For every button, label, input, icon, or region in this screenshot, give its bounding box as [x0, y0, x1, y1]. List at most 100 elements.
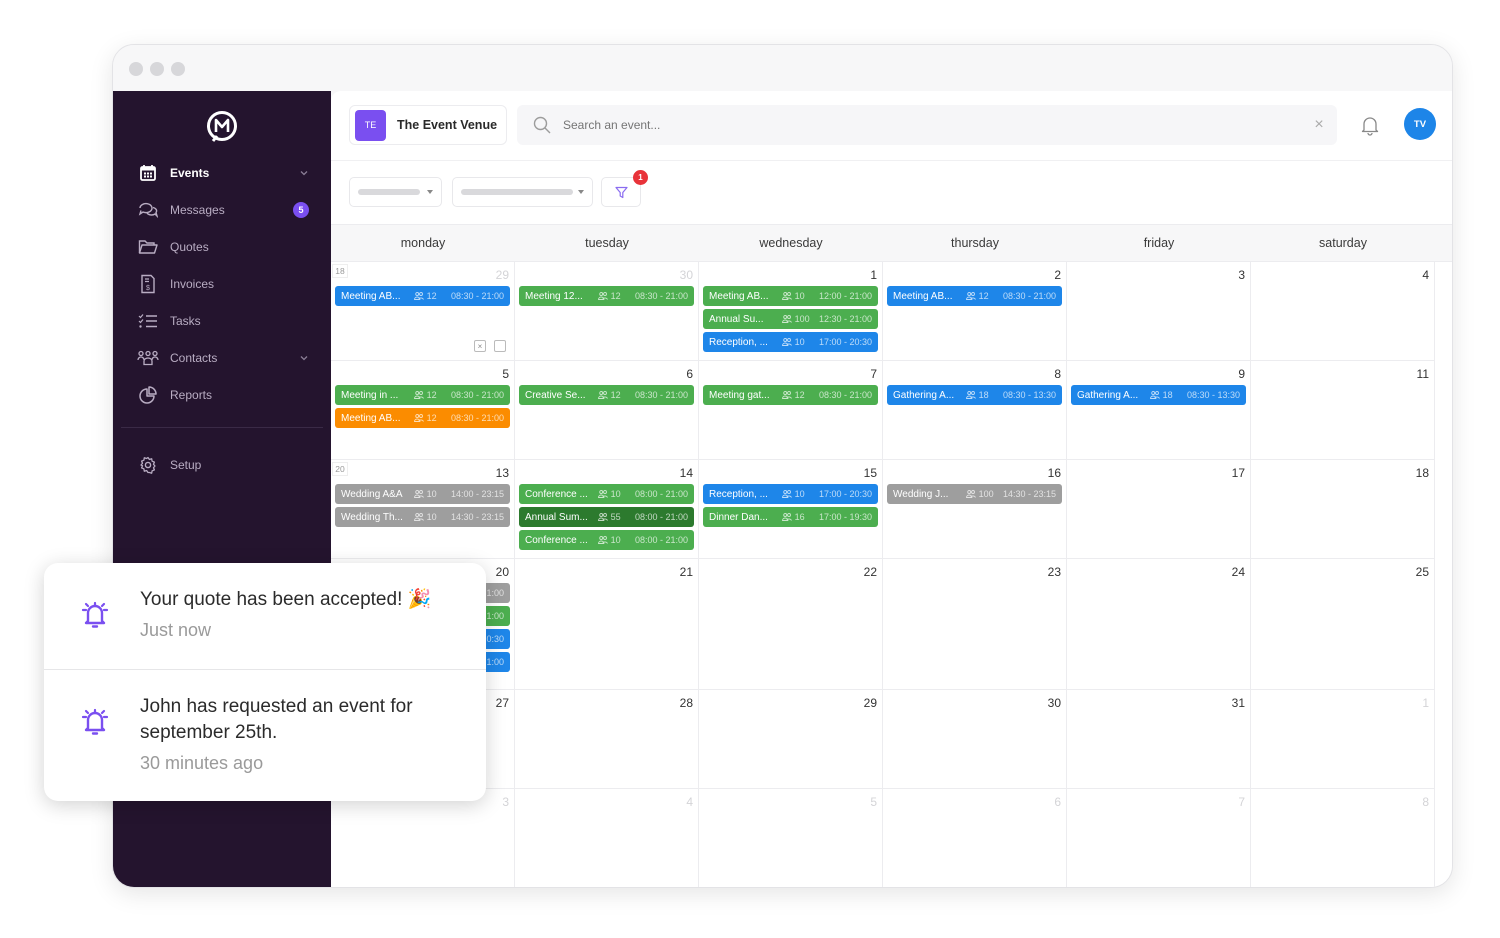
calendar-day-cell[interactable]: 21 — [515, 559, 699, 690]
calendar-day-cell[interactable]: 4 — [1251, 262, 1435, 361]
clear-search-icon[interactable]: × — [1311, 117, 1327, 133]
notification-item[interactable]: John has requested an event for septembe… — [44, 670, 486, 801]
event-chip[interactable]: Annual Sum... 55 08:00 - 21:00 — [519, 507, 694, 527]
calendar-day-cell[interactable]: 9 Gathering A... 18 08:30 - 13:30 — [1067, 361, 1251, 460]
day-number: 13 — [495, 466, 509, 480]
calendar-day-cell[interactable]: 24 — [1067, 559, 1251, 690]
select-value-placeholder — [461, 189, 573, 195]
sidebar-item-contacts[interactable]: Contacts — [137, 343, 309, 373]
calendar-day-cell[interactable]: 14 Conference ... 10 08:00 - 21:00 Annual Su… — [515, 460, 699, 559]
calendar-day-cell[interactable]: 8 — [1251, 789, 1435, 887]
venue-selector-button[interactable]: TE The Event Venue — [349, 105, 507, 145]
app-logo-icon[interactable] — [205, 109, 239, 143]
window-close-dot[interactable] — [129, 62, 143, 76]
event-chip[interactable]: Meeting gat... 12 08:30 - 21:00 — [703, 385, 878, 405]
day-number: 1 — [1422, 696, 1429, 710]
event-chip[interactable]: Dinner Dan... 16 17:00 - 19:30 — [703, 507, 878, 527]
people-icon — [781, 315, 792, 323]
user-avatar[interactable]: TV — [1404, 108, 1436, 140]
sidebar-item-tasks[interactable]: Tasks — [137, 306, 309, 336]
event-chip[interactable]: Meeting AB... 12 08:30 - 21:00 — [335, 286, 510, 306]
close-box-icon[interactable]: × — [474, 340, 486, 352]
event-chip[interactable]: Meeting 12... 12 08:30 - 21:00 — [519, 286, 694, 306]
event-attendees: 100 — [781, 314, 819, 324]
calendar-day-cell[interactable]: 22 — [699, 559, 883, 690]
calendar-day-cell[interactable]: 2 Meeting AB... 12 08:30 - 21:00 — [883, 262, 1067, 361]
sidebar-item-events[interactable]: Events — [137, 158, 309, 188]
sidebar-item-invoices[interactable]: $ Invoices — [137, 269, 309, 299]
search-input[interactable] — [563, 118, 1311, 132]
filter-select-1[interactable] — [349, 177, 442, 207]
calendar-day-cell[interactable]: 6 Creative Se... 12 08:30 - 21:00 — [515, 361, 699, 460]
attendee-count: 100 — [794, 314, 810, 324]
calendar-day-cell[interactable]: 16 Wedding J... 100 14:30 - 23:15 — [883, 460, 1067, 559]
calendar-day-cell[interactable]: 18 29 Meeting AB... 12 08:30 - 21:00 × — [331, 262, 515, 361]
notifications-bell-icon[interactable] — [1359, 114, 1381, 136]
event-attendees: 55 — [597, 512, 635, 522]
sidebar-item-quotes[interactable]: Quotes — [137, 232, 309, 262]
event-chip[interactable]: Creative Se... 12 08:30 - 21:00 — [519, 385, 694, 405]
attendee-count: 18 — [978, 390, 989, 400]
event-chip[interactable]: Wedding A&A 10 14:00 - 23:15 — [335, 484, 510, 504]
calendar-day-cell[interactable]: 29 — [699, 690, 883, 789]
calendar-day-cell[interactable]: 23 — [883, 559, 1067, 690]
calendar-day-cell[interactable]: 17 — [1067, 460, 1251, 559]
event-chip[interactable]: Wedding Th... 10 14:30 - 23:15 — [335, 507, 510, 527]
calendar-day-cell[interactable]: 4 — [515, 789, 699, 887]
event-chip[interactable]: Gathering A... 18 08:30 - 13:30 — [887, 385, 1062, 405]
sidebar-item-label: Invoices — [170, 277, 215, 291]
sidebar-item-label: Contacts — [170, 351, 218, 365]
event-chip[interactable]: Gathering A... 18 08:30 - 13:30 — [1071, 385, 1246, 405]
sidebar-item-setup[interactable]: Setup — [137, 450, 309, 480]
calendar-day-cell[interactable]: 5 Meeting in ... 12 08:30 - 21:00 Meeting AB… — [331, 361, 515, 460]
day-number: 30 — [1047, 696, 1061, 710]
chevron-down-icon[interactable] — [299, 168, 309, 178]
event-chip[interactable]: Meeting AB... 10 12:00 - 21:00 — [703, 286, 878, 306]
calendar-day-cell[interactable]: 28 — [515, 690, 699, 789]
people-icon — [597, 513, 608, 521]
calendar-day-cell[interactable]: 3 — [1067, 262, 1251, 361]
day-number: 24 — [1231, 565, 1245, 579]
calendar-day-cell[interactable]: 1 — [1251, 690, 1435, 789]
calendar-day-cell[interactable]: 30 Meeting 12... 12 08:30 - 21:00 — [515, 262, 699, 361]
note-icon[interactable] — [494, 340, 506, 352]
sidebar-item-messages[interactable]: Messages 5 — [137, 195, 309, 225]
event-chip[interactable]: Wedding J... 100 14:30 - 23:15 — [887, 484, 1062, 504]
event-title: Wedding A&A — [341, 488, 403, 500]
window-minimize-dot[interactable] — [150, 62, 164, 76]
chat-icon — [137, 199, 159, 221]
event-chip[interactable]: Reception, ... 10 17:00 - 20:30 — [703, 332, 878, 352]
calendar-day-cell[interactable]: 3 — [331, 789, 515, 887]
people-icon — [781, 513, 792, 521]
event-chip[interactable]: Annual Su... 100 12:30 - 21:00 — [703, 309, 878, 329]
event-chip[interactable]: Conference ... 10 08:00 - 21:00 — [519, 484, 694, 504]
event-chip[interactable]: Meeting AB... 12 08:30 - 21:00 — [335, 408, 510, 428]
calendar-day-cell[interactable]: 18 — [1251, 460, 1435, 559]
calendar-day-cell[interactable]: 25 — [1251, 559, 1435, 690]
notification-message: John has requested an event for septembe… — [140, 696, 413, 743]
attendee-count: 18 — [1162, 390, 1173, 400]
calendar-day-cell[interactable]: 30 — [883, 690, 1067, 789]
calendar-day-cell[interactable]: 1 Meeting AB... 10 12:00 - 21:00 Annual Su..… — [699, 262, 883, 361]
notification-item[interactable]: Your quote has been accepted! 🎉 Just now — [44, 563, 486, 669]
calendar-day-cell[interactable]: 8 Gathering A... 18 08:30 - 13:30 — [883, 361, 1067, 460]
filter-select-2[interactable] — [452, 177, 593, 207]
calendar-day-cell[interactable]: 31 — [1067, 690, 1251, 789]
folder-icon — [137, 236, 159, 258]
event-chip[interactable]: Reception, ... 10 17:00 - 20:30 — [703, 484, 878, 504]
calendar-day-cell[interactable]: 11 — [1251, 361, 1435, 460]
event-attendees: 12 — [597, 291, 635, 301]
attendee-count: 10 — [794, 489, 805, 499]
event-chip[interactable]: Conference ... 10 08:00 - 21:00 — [519, 530, 694, 550]
chevron-down-icon[interactable] — [299, 353, 309, 363]
event-chip[interactable]: Meeting in ... 12 08:30 - 21:00 — [335, 385, 510, 405]
calendar-day-cell[interactable]: 5 — [699, 789, 883, 887]
calendar-day-cell[interactable]: 7 Meeting gat... 12 08:30 - 21:00 — [699, 361, 883, 460]
calendar-day-cell[interactable]: 7 — [1067, 789, 1251, 887]
sidebar-item-reports[interactable]: Reports — [137, 380, 309, 410]
calendar-day-cell[interactable]: 6 — [883, 789, 1067, 887]
calendar-day-cell[interactable]: 20 13 Wedding A&A 10 14:00 - 23:15 Wedding Th… — [331, 460, 515, 559]
calendar-day-cell[interactable]: 15 Reception, ... 10 17:00 - 20:30 Dinner Da… — [699, 460, 883, 559]
window-maximize-dot[interactable] — [171, 62, 185, 76]
event-chip[interactable]: Meeting AB... 12 08:30 - 21:00 — [887, 286, 1062, 306]
